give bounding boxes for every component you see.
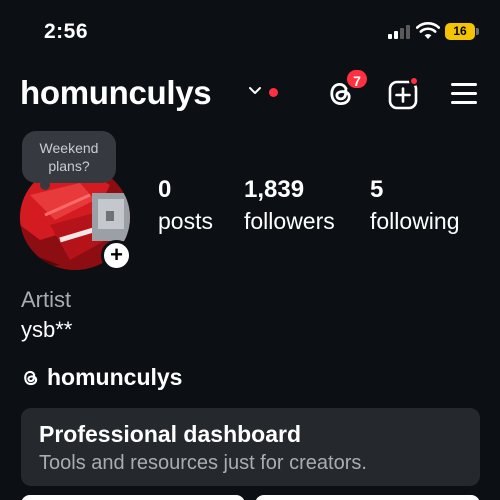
dashboard-title: Professional dashboard — [39, 421, 302, 447]
stat-following[interactable]: 5 following — [370, 176, 460, 235]
stat-posts[interactable]: 0 posts — [158, 176, 213, 235]
stat-label: following — [370, 208, 460, 234]
threads-badge: 7 — [345, 68, 369, 90]
stat-value: 1,839 — [244, 176, 305, 203]
profile-header: homunculys 7 — [0, 68, 500, 118]
menu-icon[interactable] — [451, 81, 479, 105]
note-bubble[interactable]: Weekend plans? — [22, 131, 116, 183]
add-story-icon[interactable]: + — [101, 240, 132, 271]
signal-icon — [388, 25, 410, 39]
threads-handle: homunculys — [47, 364, 183, 390]
share-profile-button[interactable] — [255, 495, 480, 500]
dashboard-subtitle: Tools and resources just for creators. — [39, 452, 367, 474]
profile-category: Artist — [21, 287, 72, 312]
account-notification-dot — [269, 88, 278, 97]
stat-label: posts — [158, 208, 213, 234]
wifi-icon — [416, 22, 440, 39]
stat-value: 0 — [158, 176, 172, 203]
threads-icon — [24, 370, 38, 386]
battery-tip — [476, 28, 479, 35]
professional-dashboard-card[interactable]: Professional dashboard Tools and resourc… — [21, 408, 480, 486]
battery-icon: 16 — [445, 23, 475, 40]
chevron-down-icon[interactable] — [248, 86, 262, 96]
stat-followers[interactable]: 1,839 followers — [244, 176, 335, 235]
status-bar: 2:56 16 — [0, 0, 500, 60]
username-title[interactable]: homunculys — [20, 74, 212, 112]
edit-profile-button[interactable] — [21, 495, 245, 500]
stat-label: followers — [244, 208, 335, 234]
create-notification-dot — [409, 76, 419, 86]
display-name: ysb** — [21, 317, 73, 342]
stat-value: 5 — [370, 176, 384, 203]
status-time: 2:56 — [44, 20, 89, 43]
